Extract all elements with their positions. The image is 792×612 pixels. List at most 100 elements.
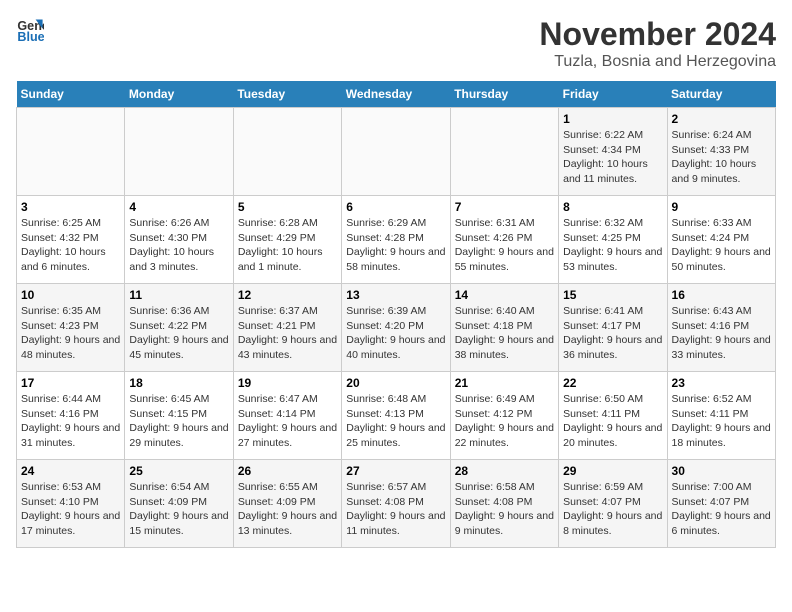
day-info: Sunrise: 6:37 AM Sunset: 4:21 PM Dayligh… — [238, 304, 337, 363]
day-info: Sunrise: 6:35 AM Sunset: 4:23 PM Dayligh… — [21, 304, 120, 363]
day-number: 9 — [672, 200, 771, 214]
day-info: Sunrise: 6:24 AM Sunset: 4:33 PM Dayligh… — [672, 128, 771, 187]
day-info: Sunrise: 6:57 AM Sunset: 4:08 PM Dayligh… — [346, 480, 445, 539]
calendar-cell: 3Sunrise: 6:25 AM Sunset: 4:32 PM Daylig… — [17, 196, 125, 284]
calendar-week-row: 17 Sunrise: 6:44 AM Sunset: 4:16 PM Dayli… — [17, 372, 776, 460]
calendar-cell — [342, 108, 450, 196]
day-info: Sunrise: 6:52 AM Sunset: 4:11 PM Dayligh… — [672, 392, 771, 451]
day-number: 16 — [672, 288, 771, 302]
col-header-friday: Friday — [559, 81, 667, 108]
day-info: Sunrise: 6:25 AM Sunset: 4:32 PM Dayligh… — [21, 216, 120, 275]
day-number: 24 — [21, 464, 120, 478]
day-info: Sunrise: 6:32 AM Sunset: 4:25 PM Dayligh… — [563, 216, 662, 275]
calendar-cell: 22 Sunrise: 6:50 AM Sunset: 4:11 PM Dayli… — [559, 372, 667, 460]
day-info: Sunrise: 6:50 AM Sunset: 4:11 PM Dayligh… — [563, 392, 662, 451]
calendar-cell: 25Sunrise: 6:54 AM Sunset: 4:09 PM Dayli… — [125, 460, 233, 548]
calendar-week-row: 24 Sunrise: 6:53 AM Sunset: 4:10 PM Dayli… — [17, 460, 776, 548]
col-header-tuesday: Tuesday — [233, 81, 341, 108]
col-header-wednesday: Wednesday — [342, 81, 450, 108]
day-number: 17 — [21, 376, 120, 390]
calendar-cell: 4 Sunrise: 6:26 AM Sunset: 4:30 PM Daylig… — [125, 196, 233, 284]
calendar-cell: 8 Sunrise: 6:32 AM Sunset: 4:25 PM Daylig… — [559, 196, 667, 284]
calendar-week-row: 1 Sunrise: 6:22 AM Sunset: 4:34 PM Daylig… — [17, 108, 776, 196]
calendar-cell: 19 Sunrise: 6:47 AM Sunset: 4:14 PM Dayli… — [233, 372, 341, 460]
calendar-week-row: 3Sunrise: 6:25 AM Sunset: 4:32 PM Daylig… — [17, 196, 776, 284]
calendar-cell: 12 Sunrise: 6:37 AM Sunset: 4:21 PM Dayli… — [233, 284, 341, 372]
calendar-cell: 17 Sunrise: 6:44 AM Sunset: 4:16 PM Dayli… — [17, 372, 125, 460]
day-info: Sunrise: 6:33 AM Sunset: 4:24 PM Dayligh… — [672, 216, 771, 275]
day-number: 18 — [129, 376, 228, 390]
calendar-cell: 27Sunrise: 6:57 AM Sunset: 4:08 PM Dayli… — [342, 460, 450, 548]
day-info: Sunrise: 6:47 AM Sunset: 4:14 PM Dayligh… — [238, 392, 337, 451]
day-info: Sunrise: 6:45 AM Sunset: 4:15 PM Dayligh… — [129, 392, 228, 451]
calendar-cell: 6Sunrise: 6:29 AM Sunset: 4:28 PM Daylig… — [342, 196, 450, 284]
day-number: 1 — [563, 112, 662, 126]
day-info: Sunrise: 7:00 AM Sunset: 4:07 PM Dayligh… — [672, 480, 771, 539]
calendar-cell — [450, 108, 558, 196]
day-number: 5 — [238, 200, 337, 214]
day-number: 13 — [346, 288, 445, 302]
day-info: Sunrise: 6:36 AM Sunset: 4:22 PM Dayligh… — [129, 304, 228, 363]
day-number: 28 — [455, 464, 554, 478]
day-info: Sunrise: 6:48 AM Sunset: 4:13 PM Dayligh… — [346, 392, 445, 451]
page-header: General Blue November 2024 Tuzla, Bosnia… — [16, 16, 776, 71]
title-block: November 2024 Tuzla, Bosnia and Herzegov… — [539, 16, 776, 71]
calendar-cell: 26Sunrise: 6:55 AM Sunset: 4:09 PM Dayli… — [233, 460, 341, 548]
calendar-cell: 29 Sunrise: 6:59 AM Sunset: 4:07 PM Dayli… — [559, 460, 667, 548]
day-info: Sunrise: 6:53 AM Sunset: 4:10 PM Dayligh… — [21, 480, 120, 539]
day-info: Sunrise: 6:22 AM Sunset: 4:34 PM Dayligh… — [563, 128, 662, 187]
calendar-cell: 10 Sunrise: 6:35 AM Sunset: 4:23 PM Dayli… — [17, 284, 125, 372]
day-number: 29 — [563, 464, 662, 478]
col-header-thursday: Thursday — [450, 81, 558, 108]
day-info: Sunrise: 6:43 AM Sunset: 4:16 PM Dayligh… — [672, 304, 771, 363]
day-number: 4 — [129, 200, 228, 214]
day-info: Sunrise: 6:39 AM Sunset: 4:20 PM Dayligh… — [346, 304, 445, 363]
logo: General Blue — [16, 16, 44, 44]
calendar-cell: 9 Sunrise: 6:33 AM Sunset: 4:24 PM Daylig… — [667, 196, 775, 284]
day-number: 6 — [346, 200, 445, 214]
col-header-sunday: Sunday — [17, 81, 125, 108]
day-number: 7 — [455, 200, 554, 214]
page-subtitle: Tuzla, Bosnia and Herzegovina — [539, 53, 776, 71]
calendar-cell: 13 Sunrise: 6:39 AM Sunset: 4:20 PM Dayli… — [342, 284, 450, 372]
day-number: 8 — [563, 200, 662, 214]
calendar-cell: 16 Sunrise: 6:43 AM Sunset: 4:16 PM Dayli… — [667, 284, 775, 372]
calendar-table: SundayMondayTuesdayWednesdayThursdayFrid… — [16, 81, 776, 548]
day-number: 20 — [346, 376, 445, 390]
calendar-cell: 24 Sunrise: 6:53 AM Sunset: 4:10 PM Dayli… — [17, 460, 125, 548]
day-info: Sunrise: 6:44 AM Sunset: 4:16 PM Dayligh… — [21, 392, 120, 451]
day-info: Sunrise: 6:40 AM Sunset: 4:18 PM Dayligh… — [455, 304, 554, 363]
calendar-cell — [125, 108, 233, 196]
day-number: 2 — [672, 112, 771, 126]
calendar-cell: 30 Sunrise: 7:00 AM Sunset: 4:07 PM Dayli… — [667, 460, 775, 548]
day-info: Sunrise: 6:59 AM Sunset: 4:07 PM Dayligh… — [563, 480, 662, 539]
day-number: 21 — [455, 376, 554, 390]
calendar-cell: 18 Sunrise: 6:45 AM Sunset: 4:15 PM Dayli… — [125, 372, 233, 460]
day-info: Sunrise: 6:28 AM Sunset: 4:29 PM Dayligh… — [238, 216, 337, 275]
calendar-cell: 15Sunrise: 6:41 AM Sunset: 4:17 PM Dayli… — [559, 284, 667, 372]
day-info: Sunrise: 6:55 AM Sunset: 4:09 PM Dayligh… — [238, 480, 337, 539]
calendar-cell: 7 Sunrise: 6:31 AM Sunset: 4:26 PM Daylig… — [450, 196, 558, 284]
day-number: 30 — [672, 464, 771, 478]
day-number: 25 — [129, 464, 228, 478]
svg-text:Blue: Blue — [17, 30, 44, 44]
calendar-cell: 28Sunrise: 6:58 AM Sunset: 4:08 PM Dayli… — [450, 460, 558, 548]
calendar-cell: 2 Sunrise: 6:24 AM Sunset: 4:33 PM Daylig… — [667, 108, 775, 196]
page-title: November 2024 — [539, 16, 776, 53]
day-info: Sunrise: 6:31 AM Sunset: 4:26 PM Dayligh… — [455, 216, 554, 275]
day-number: 12 — [238, 288, 337, 302]
calendar-cell: 1 Sunrise: 6:22 AM Sunset: 4:34 PM Daylig… — [559, 108, 667, 196]
day-number: 10 — [21, 288, 120, 302]
day-info: Sunrise: 6:26 AM Sunset: 4:30 PM Dayligh… — [129, 216, 228, 275]
day-number: 11 — [129, 288, 228, 302]
day-number: 14 — [455, 288, 554, 302]
calendar-header-row: SundayMondayTuesdayWednesdayThursdayFrid… — [17, 81, 776, 108]
calendar-cell: 11 Sunrise: 6:36 AM Sunset: 4:22 PM Dayli… — [125, 284, 233, 372]
day-number: 19 — [238, 376, 337, 390]
calendar-cell — [17, 108, 125, 196]
calendar-week-row: 10 Sunrise: 6:35 AM Sunset: 4:23 PM Dayli… — [17, 284, 776, 372]
calendar-cell — [233, 108, 341, 196]
logo-icon: General Blue — [16, 16, 44, 44]
day-number: 22 — [563, 376, 662, 390]
day-number: 23 — [672, 376, 771, 390]
